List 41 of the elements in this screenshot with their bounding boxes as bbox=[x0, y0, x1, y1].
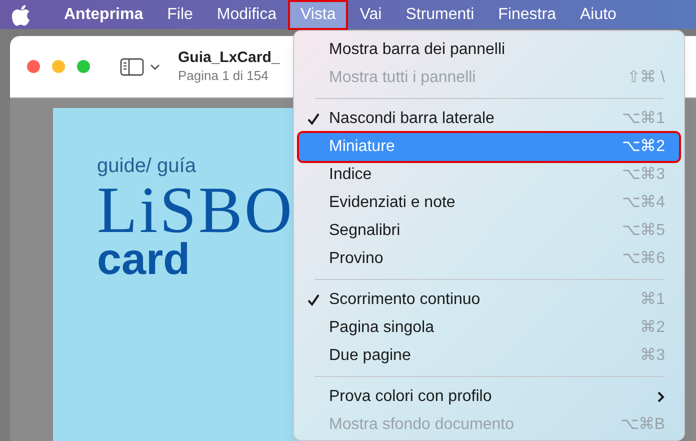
sidebar-icon bbox=[120, 58, 144, 76]
keyboard-shortcut: ⇧⌘ \ bbox=[627, 68, 665, 88]
menu-item[interactable]: Due pagine ⌘3 bbox=[299, 342, 679, 370]
page-count: Pagina 1 di 154 bbox=[178, 68, 270, 84]
menu-bar-item[interactable]: Anteprima bbox=[54, 2, 154, 28]
menu-bar-item[interactable]: Modifica bbox=[206, 2, 286, 28]
keyboard-shortcut: ⌘2 bbox=[640, 318, 665, 338]
close-button[interactable] bbox=[27, 60, 40, 73]
menu-item[interactable]: Scorrimento continuo ⌘1 bbox=[299, 286, 679, 314]
minimize-button[interactable] bbox=[52, 60, 65, 73]
keyboard-shortcut: ⌥⌘3 bbox=[622, 165, 665, 185]
keyboard-shortcut: ⌘3 bbox=[640, 346, 665, 366]
menu-item[interactable]: Provino ⌥⌘6 bbox=[299, 245, 679, 273]
menu-item[interactable]: Segnalibri ⌥⌘5 bbox=[299, 217, 679, 245]
keyboard-shortcut: ⌥⌘5 bbox=[622, 221, 665, 241]
chevron-right-icon bbox=[657, 391, 665, 403]
menu-bar-item[interactable]: File bbox=[157, 2, 203, 28]
menu-item[interactable]: Evidenziati e note ⌥⌘4 bbox=[299, 189, 679, 217]
document-logo-subtitle: card bbox=[97, 238, 190, 282]
apple-logo-icon[interactable] bbox=[12, 4, 32, 26]
menu-item[interactable]: Pagina singola ⌘2 bbox=[299, 314, 679, 342]
menu-item[interactable]: Nascondi barra laterale ⌥⌘1 bbox=[299, 105, 679, 133]
sidebar-toggle-button[interactable] bbox=[120, 58, 160, 76]
menu-item[interactable]: Mostra barra dei pannelli bbox=[299, 36, 679, 64]
menu-item[interactable]: Miniature ⌥⌘2 bbox=[299, 133, 679, 161]
menu-bar-item[interactable]: Strumenti bbox=[396, 2, 484, 28]
menu-item[interactable]: Indice ⌥⌘3 bbox=[299, 161, 679, 189]
menu-item[interactable]: Prova colori con profilo bbox=[299, 383, 679, 411]
menu-bar-item[interactable]: Aiuto bbox=[570, 2, 626, 28]
document-kicker: guide/ guía bbox=[97, 156, 196, 176]
window-title: Guia_LxCard_ bbox=[178, 49, 280, 68]
keyboard-shortcut: ⌥⌘2 bbox=[622, 137, 665, 157]
keyboard-shortcut: ⌘1 bbox=[640, 290, 665, 310]
menu-bar-item[interactable]: Vai bbox=[350, 2, 392, 28]
keyboard-shortcut: ⌥⌘1 bbox=[622, 109, 665, 129]
keyboard-shortcut: ⌥⌘B bbox=[620, 415, 665, 435]
menu-bar-item[interactable]: Finestra bbox=[488, 2, 566, 28]
zoom-button[interactable] bbox=[77, 60, 90, 73]
keyboard-shortcut: ⌥⌘4 bbox=[622, 193, 665, 213]
chevron-down-icon bbox=[150, 64, 160, 70]
keyboard-shortcut: ⌥⌘6 bbox=[622, 249, 665, 269]
